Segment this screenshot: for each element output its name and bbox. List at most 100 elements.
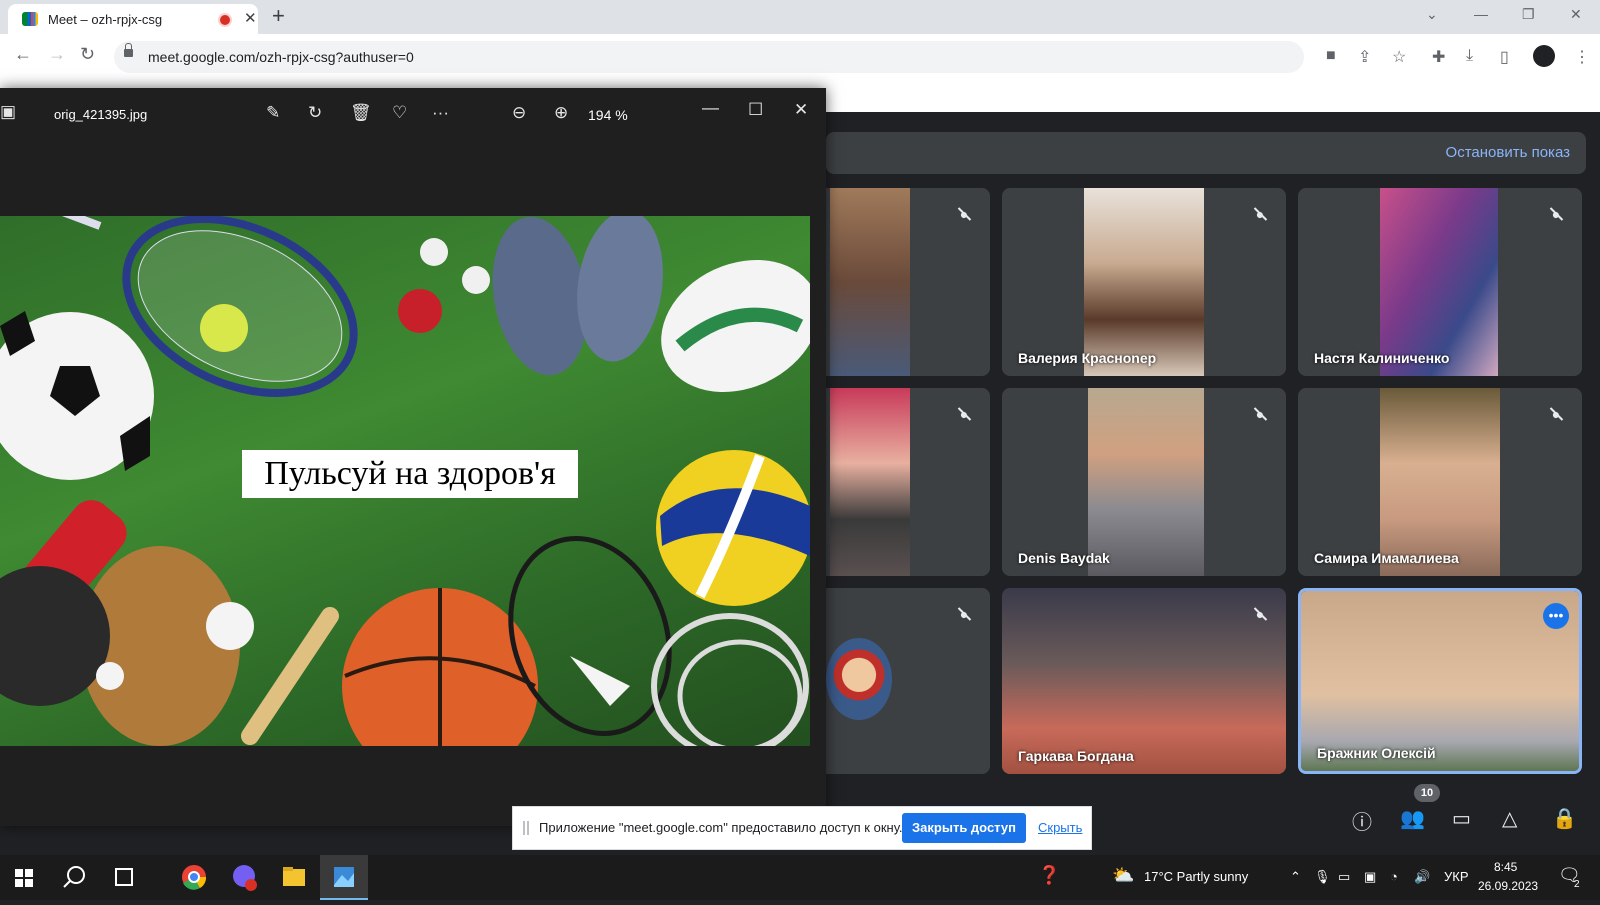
edit-icon[interactable]: ✎ — [266, 103, 280, 123]
maximize-icon[interactable]: ☐ — [748, 100, 763, 120]
profile-avatar[interactable] — [1533, 45, 1555, 67]
address-bar[interactable]: meet.google.com/ozh-rpjx-csg?authuser=0 — [114, 41, 1304, 73]
hide-link[interactable]: Скрыть — [1038, 820, 1082, 835]
participant-tile[interactable]: Настя Калиниченко ● — [1298, 188, 1582, 376]
stop-access-button[interactable]: Закрыть доступ — [902, 813, 1026, 843]
participant-name: Самира Имамалиева — [1314, 550, 1459, 566]
recording-indicator-icon — [220, 15, 230, 25]
more-options-icon[interactable]: ••• — [1543, 603, 1569, 629]
participant-avatar — [826, 638, 892, 720]
participant-tile[interactable]: Гаркава Богдана ● — [1002, 588, 1286, 774]
restore-icon[interactable]: ❐ — [1522, 6, 1535, 23]
extensions-icon[interactable]: ✚ — [1432, 47, 1445, 67]
search-icon — [63, 866, 85, 888]
new-tab-button[interactable]: + — [272, 3, 285, 29]
sharing-message: Приложение "meet.google.com" предоставил… — [539, 820, 903, 835]
zoom-in-icon[interactable]: ⊕ — [554, 103, 568, 123]
participant-video — [830, 388, 910, 576]
photos-taskbar-button[interactable] — [320, 855, 368, 900]
weather-text[interactable]: 17°C Partly sunny — [1144, 869, 1248, 884]
participant-tile[interactable]: Denis Baydak ● — [1002, 388, 1286, 576]
url-text: meet.google.com/ozh-rpjx-csg?authuser=0 — [148, 49, 414, 65]
minimize-icon[interactable]: — — [1474, 6, 1488, 22]
reload-icon[interactable]: ↻ — [80, 44, 95, 65]
delete-icon[interactable]: 🗑 — [350, 103, 372, 123]
zoom-out-icon[interactable]: ⊖ — [512, 103, 526, 123]
tab-close-icon[interactable]: ✕ — [244, 9, 257, 27]
chat-icon[interactable]: ▭ — [1452, 806, 1471, 831]
participant-name: Настя Калиниченко — [1314, 350, 1450, 366]
camera-icon[interactable]: ■ — [1326, 47, 1336, 65]
zoom-level: 194 % — [588, 107, 628, 123]
participant-tile[interactable]: Валерия Красноnep ● — [1002, 188, 1286, 376]
search-button[interactable] — [50, 855, 98, 900]
participant-video — [1088, 388, 1204, 576]
help-icon[interactable]: ❓ — [1038, 865, 1060, 886]
participant-tile-active[interactable]: Бражник Олексій ••• — [1298, 588, 1582, 774]
menu-icon[interactable]: ⋮ — [1574, 47, 1590, 67]
favorite-icon[interactable]: ♡ — [392, 103, 407, 123]
task-view-button[interactable] — [100, 855, 148, 900]
participant-name: Бражник Олексій — [1317, 745, 1436, 761]
minimize-icon[interactable]: — — [702, 98, 719, 118]
volume-icon[interactable]: 🔊 — [1414, 869, 1430, 885]
file-explorer-button[interactable] — [270, 855, 318, 900]
mic-off-icon: ● — [952, 402, 976, 426]
lock-icon — [124, 43, 133, 57]
meet-favicon-icon — [22, 12, 38, 26]
clock-date[interactable]: 26.09.2023 — [1478, 879, 1538, 893]
mic-off-icon: ● — [952, 202, 976, 226]
start-button[interactable] — [0, 855, 48, 900]
mic-off-icon: ● — [1248, 402, 1272, 426]
participant-video — [830, 188, 910, 376]
wifi-icon[interactable]: ◔ — [1390, 869, 1398, 884]
drag-handle-icon[interactable] — [523, 821, 529, 835]
participant-name: Валерия Красноnep — [1018, 350, 1157, 366]
meet-tray-icon[interactable]: ▣ — [1364, 869, 1376, 885]
microphone-icon: 🎙 — [1314, 869, 1331, 884]
battery-icon[interactable]: ▭ — [1338, 869, 1350, 885]
back-icon[interactable]: ← — [14, 44, 32, 65]
bookmark-star-icon[interactable]: ☆ — [1392, 47, 1406, 67]
more-icon[interactable]: ··· — [432, 103, 449, 123]
people-icon[interactable]: 👥 — [1400, 806, 1425, 831]
chrome-taskbar-button[interactable] — [170, 855, 218, 900]
show-hidden-icons-icon[interactable]: ⌃ — [1290, 869, 1301, 885]
tab-title: Meet – ozh-rpjx-csg — [48, 12, 163, 27]
side-panel-icon[interactable]: ▯ — [1500, 47, 1509, 67]
meeting-info-icon[interactable]: ⓘ — [1352, 806, 1372, 835]
download-icon[interactable]: ⤓ — [1466, 47, 1473, 65]
taskbar: ❓ ⛅ 17°C Partly sunny ⌃ 🎙 ▭ ▣ ◔ 🔊 УКР 8:… — [0, 855, 1600, 900]
forward-icon[interactable]: → — [48, 44, 66, 65]
participant-tile[interactable]: Самира Имамалиева ● — [1298, 388, 1582, 576]
share-icon[interactable]: ⇪ — [1358, 47, 1371, 67]
participant-video — [1002, 588, 1286, 774]
notification-count: 2 — [1574, 879, 1580, 890]
clock-time[interactable]: 8:45 — [1494, 860, 1517, 874]
mic-off-icon: ● — [952, 602, 976, 626]
participant-name: Denis Baydak — [1018, 550, 1110, 566]
host-controls-icon[interactable]: 🔒 — [1552, 806, 1577, 831]
stop-presenting-button[interactable]: Остановить показ — [1446, 144, 1570, 161]
mic-off-icon: ● — [1544, 202, 1568, 226]
tab-meet[interactable]: Meet – ozh-rpjx-csg ✕ — [8, 4, 258, 34]
viewer-filename: orig_421395.jpg — [54, 107, 148, 122]
windows-logo-icon — [15, 869, 33, 887]
photos-icon — [334, 867, 354, 887]
participant-name: Гаркава Богдана — [1018, 748, 1134, 764]
close-icon[interactable]: ✕ — [794, 100, 808, 120]
people-count-badge: 10 — [1414, 784, 1440, 802]
task-view-icon — [115, 868, 133, 886]
tab-search-icon[interactable]: ⌄ — [1426, 6, 1438, 23]
chrome-icon — [182, 865, 207, 890]
rotate-icon[interactable]: ↻ — [308, 103, 322, 123]
close-window-icon[interactable]: ✕ — [1570, 6, 1582, 23]
viber-taskbar-button[interactable] — [220, 855, 268, 900]
activities-icon[interactable]: △ — [1502, 806, 1517, 831]
photos-app-icon: ▣ — [0, 102, 17, 121]
participant-video — [1380, 388, 1500, 576]
sharing-notification: Приложение "meet.google.com" предоставил… — [512, 806, 1092, 850]
image-caption: Пульсуй на здоров'я — [242, 450, 578, 498]
language-indicator[interactable]: УКР — [1444, 869, 1469, 884]
participant-video — [1084, 188, 1204, 376]
